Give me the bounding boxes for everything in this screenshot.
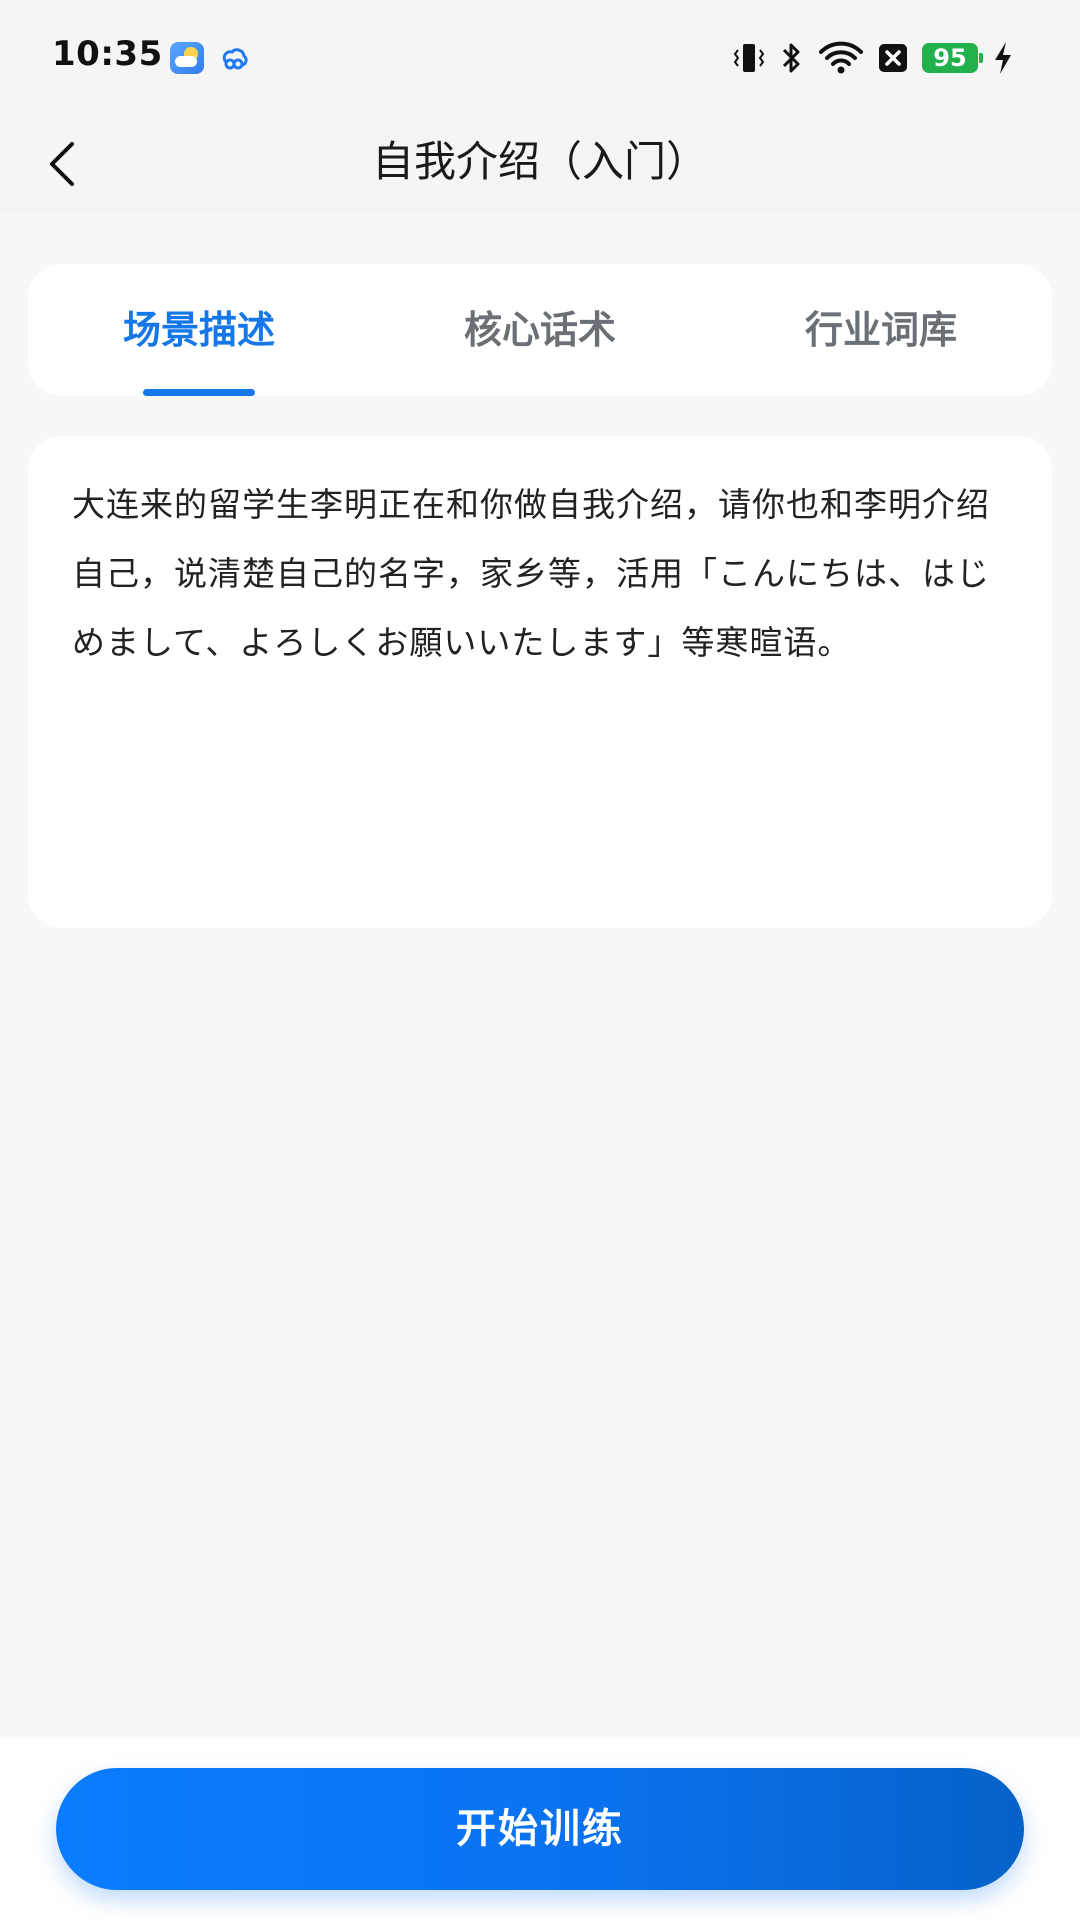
scene-description-card: 大连来的留学生李明正在和你做自我介绍，请你也和李明介绍自己，说清楚自己的名字，家… xyxy=(28,436,1052,928)
battery-icon: 95 xyxy=(922,43,983,73)
tab-core-phrases[interactable]: 核心话术 xyxy=(390,264,690,396)
scene-description-text: 大连来的留学生李明正在和你做自我介绍，请你也和李明介绍自己，说清楚自己的名字，家… xyxy=(72,485,990,662)
status-icons: 95 xyxy=(732,38,1014,78)
header: 自我介绍（入门） xyxy=(0,112,1080,214)
status-bar: 10:35 95 xyxy=(0,0,1080,112)
no-sim-icon xyxy=(879,44,907,72)
cloud-link-icon xyxy=(222,48,248,70)
tabs-card: 场景描述 核心话术 行业词库 xyxy=(28,264,1052,396)
wifi-icon xyxy=(819,41,863,74)
vibrate-icon xyxy=(733,44,765,72)
tab-industry-vocabulary[interactable]: 行业词库 xyxy=(731,264,1031,396)
bottom-action-bar: 开始训练 xyxy=(0,1738,1080,1920)
start-training-button[interactable]: 开始训练 xyxy=(56,1768,1024,1890)
active-tab-indicator xyxy=(143,389,255,396)
status-time: 10:35 xyxy=(52,34,163,74)
tab-scene-description[interactable]: 场景描述 xyxy=(49,264,349,396)
weather-icon xyxy=(170,42,204,74)
charging-icon xyxy=(995,42,1011,74)
page-title: 自我介绍（入门） xyxy=(371,137,708,186)
bluetooth-icon xyxy=(782,43,800,73)
